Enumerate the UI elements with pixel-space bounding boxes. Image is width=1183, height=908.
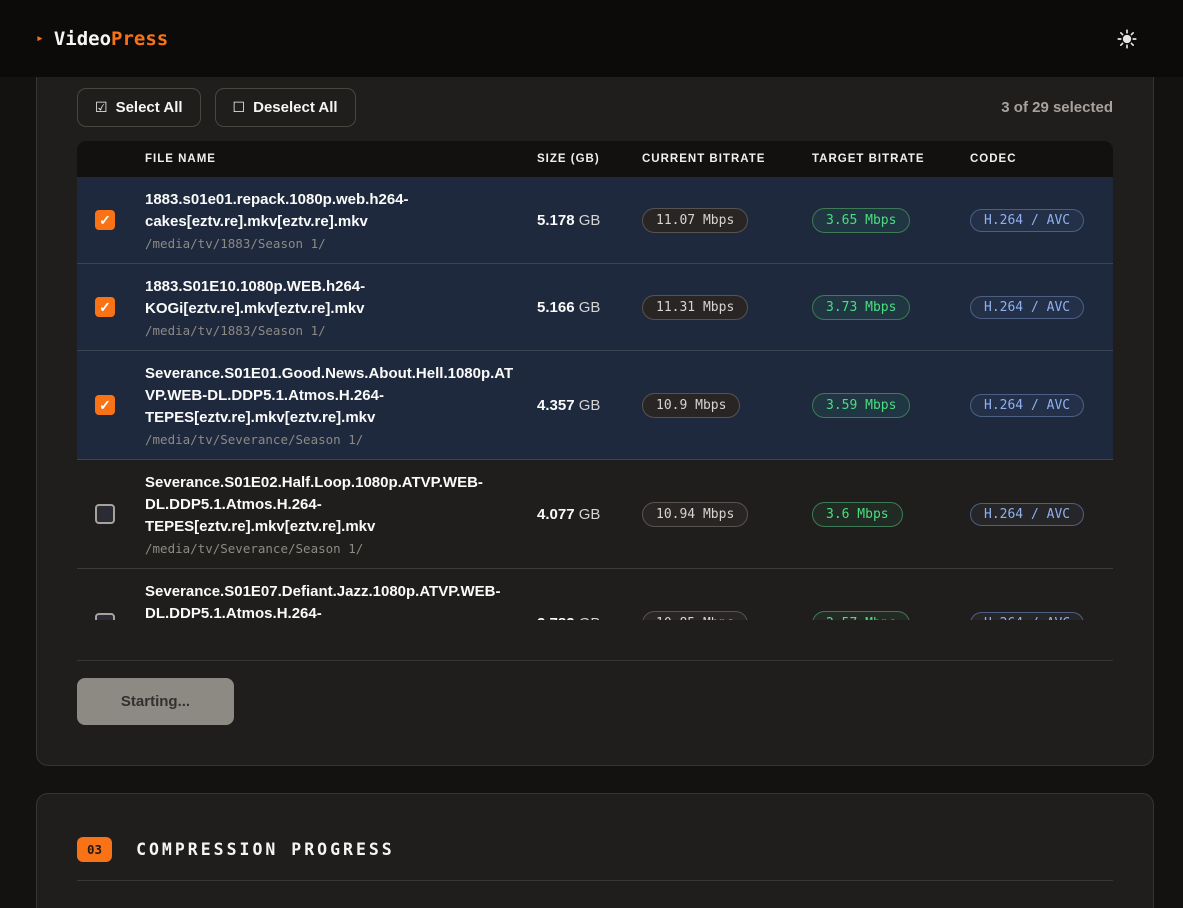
- file-size-value: 4.357: [537, 397, 575, 414]
- file-size-value: 5.178: [537, 212, 575, 229]
- file-size: 4.357 GB: [537, 397, 642, 414]
- current-bitrate-badge: 11.07 Mbps: [642, 208, 748, 233]
- target-bitrate-badge: 3.6 Mbps: [812, 502, 903, 527]
- column-target-bitrate: TARGET BITRATE: [812, 153, 970, 165]
- file-name: 1883.S01E10.1080p.WEB.h264-KOGi[eztv.re]…: [145, 276, 519, 320]
- section-header: 03 COMPRESSION PROGRESS: [77, 837, 1113, 862]
- file-size-unit: GB: [575, 299, 601, 316]
- file-table: FILE NAME SIZE (GB) CURRENT BITRATE TARG…: [77, 141, 1113, 620]
- column-current-bitrate: CURRENT BITRATE: [642, 153, 812, 165]
- file-size: 2.782 GB: [537, 615, 642, 621]
- file-table-header: FILE NAME SIZE (GB) CURRENT BITRATE TARG…: [77, 141, 1113, 177]
- deselect-all-label: Deselect All: [253, 99, 338, 116]
- current-bitrate-badge: 11.31 Mbps: [642, 295, 748, 320]
- play-arrow-icon: ▸: [36, 32, 44, 45]
- logo-text-press: Press: [111, 28, 168, 50]
- theme-toggle-button[interactable]: [1111, 23, 1143, 55]
- file-table-body: ✓ 1883.s01e01.repack.1080p.web.h264-cake…: [77, 177, 1113, 620]
- file-path: /media/tv/Severance/Season 1/: [145, 432, 519, 447]
- logo-text-video: Video: [54, 28, 111, 50]
- file-size-unit: GB: [575, 615, 601, 621]
- codec-badge: H.264 / AVC: [970, 296, 1084, 319]
- start-compression-button[interactable]: Starting...: [77, 678, 234, 725]
- current-bitrate-badge: 10.85 Mbps: [642, 611, 748, 621]
- checked-box-icon: ☑: [95, 99, 108, 116]
- column-file-name: FILE NAME: [145, 153, 537, 165]
- main-content: ☑ Select All ☐ Deselect All 3 of 29 sele…: [0, 77, 1183, 908]
- table-row[interactable]: Severance.S01E02.Half.Loop.1080p.ATVP.WE…: [77, 460, 1113, 569]
- column-size: SIZE (GB): [537, 153, 642, 165]
- app-header: ▸ VideoPress: [0, 0, 1183, 77]
- column-codec: CODEC: [970, 153, 1113, 165]
- codec-badge: H.264 / AVC: [970, 209, 1084, 232]
- row-checkbox[interactable]: [95, 613, 115, 620]
- file-size-unit: GB: [575, 212, 601, 229]
- selection-status: 3 of 29 selected: [1001, 99, 1113, 116]
- target-bitrate-badge: 2.57 Mbps: [812, 611, 910, 621]
- file-size-value: 4.077: [537, 506, 575, 523]
- table-row[interactable]: ✓ Severance.S01E01.Good.News.About.Hell.…: [77, 351, 1113, 460]
- section-divider: [77, 880, 1113, 881]
- file-size-unit: GB: [575, 397, 601, 414]
- target-bitrate-badge: 3.65 Mbps: [812, 208, 910, 233]
- codec-badge: H.264 / AVC: [970, 394, 1084, 417]
- file-name: Severance.S01E02.Half.Loop.1080p.ATVP.WE…: [145, 472, 519, 538]
- current-bitrate-badge: 10.9 Mbps: [642, 393, 740, 418]
- file-size-value: 5.166: [537, 299, 575, 316]
- file-selection-card: ☑ Select All ☐ Deselect All 3 of 29 sele…: [36, 77, 1154, 766]
- file-name: Severance.S01E07.Defiant.Jazz.1080p.ATVP…: [145, 581, 519, 620]
- row-checkbox[interactable]: ✓: [95, 395, 115, 415]
- select-all-button[interactable]: ☑ Select All: [77, 88, 201, 127]
- codec-badge: H.264 / AVC: [970, 612, 1084, 621]
- row-checkbox[interactable]: ✓: [95, 210, 115, 230]
- toolbar-divider: [77, 660, 1113, 661]
- select-all-label: Select All: [116, 99, 183, 116]
- file-path: /media/tv/Severance/Season 1/: [145, 541, 519, 556]
- file-size: 5.178 GB: [537, 212, 642, 229]
- target-bitrate-badge: 3.73 Mbps: [812, 295, 910, 320]
- selection-toolbar: ☑ Select All ☐ Deselect All 3 of 29 sele…: [77, 88, 1113, 127]
- file-size: 5.166 GB: [537, 299, 642, 316]
- codec-badge: H.264 / AVC: [970, 503, 1084, 526]
- step-number-badge: 03: [77, 837, 112, 862]
- target-bitrate-badge: 3.59 Mbps: [812, 393, 910, 418]
- app-logo: ▸ VideoPress: [36, 28, 168, 50]
- section-title: COMPRESSION PROGRESS: [136, 840, 395, 859]
- deselect-all-button[interactable]: ☐ Deselect All: [215, 88, 356, 127]
- empty-box-icon: ☐: [233, 99, 246, 116]
- current-bitrate-badge: 10.94 Mbps: [642, 502, 748, 527]
- file-path: /media/tv/1883/Season 1/: [145, 236, 519, 251]
- file-path: /media/tv/1883/Season 1/: [145, 323, 519, 338]
- file-size-value: 2.782: [537, 615, 575, 621]
- file-name: 1883.s01e01.repack.1080p.web.h264-cakes[…: [145, 189, 519, 233]
- compression-progress-card: 03 COMPRESSION PROGRESS: [36, 793, 1154, 908]
- file-size-unit: GB: [575, 506, 601, 523]
- table-row[interactable]: ✓ 1883.s01e01.repack.1080p.web.h264-cake…: [77, 177, 1113, 264]
- row-checkbox[interactable]: [95, 504, 115, 524]
- file-size: 4.077 GB: [537, 506, 642, 523]
- table-row[interactable]: Severance.S01E07.Defiant.Jazz.1080p.ATVP…: [77, 569, 1113, 620]
- file-name: Severance.S01E01.Good.News.About.Hell.10…: [145, 363, 519, 429]
- row-checkbox[interactable]: ✓: [95, 297, 115, 317]
- sun-icon: [1117, 29, 1137, 49]
- table-row[interactable]: ✓ 1883.S01E10.1080p.WEB.h264-KOGi[eztv.r…: [77, 264, 1113, 351]
